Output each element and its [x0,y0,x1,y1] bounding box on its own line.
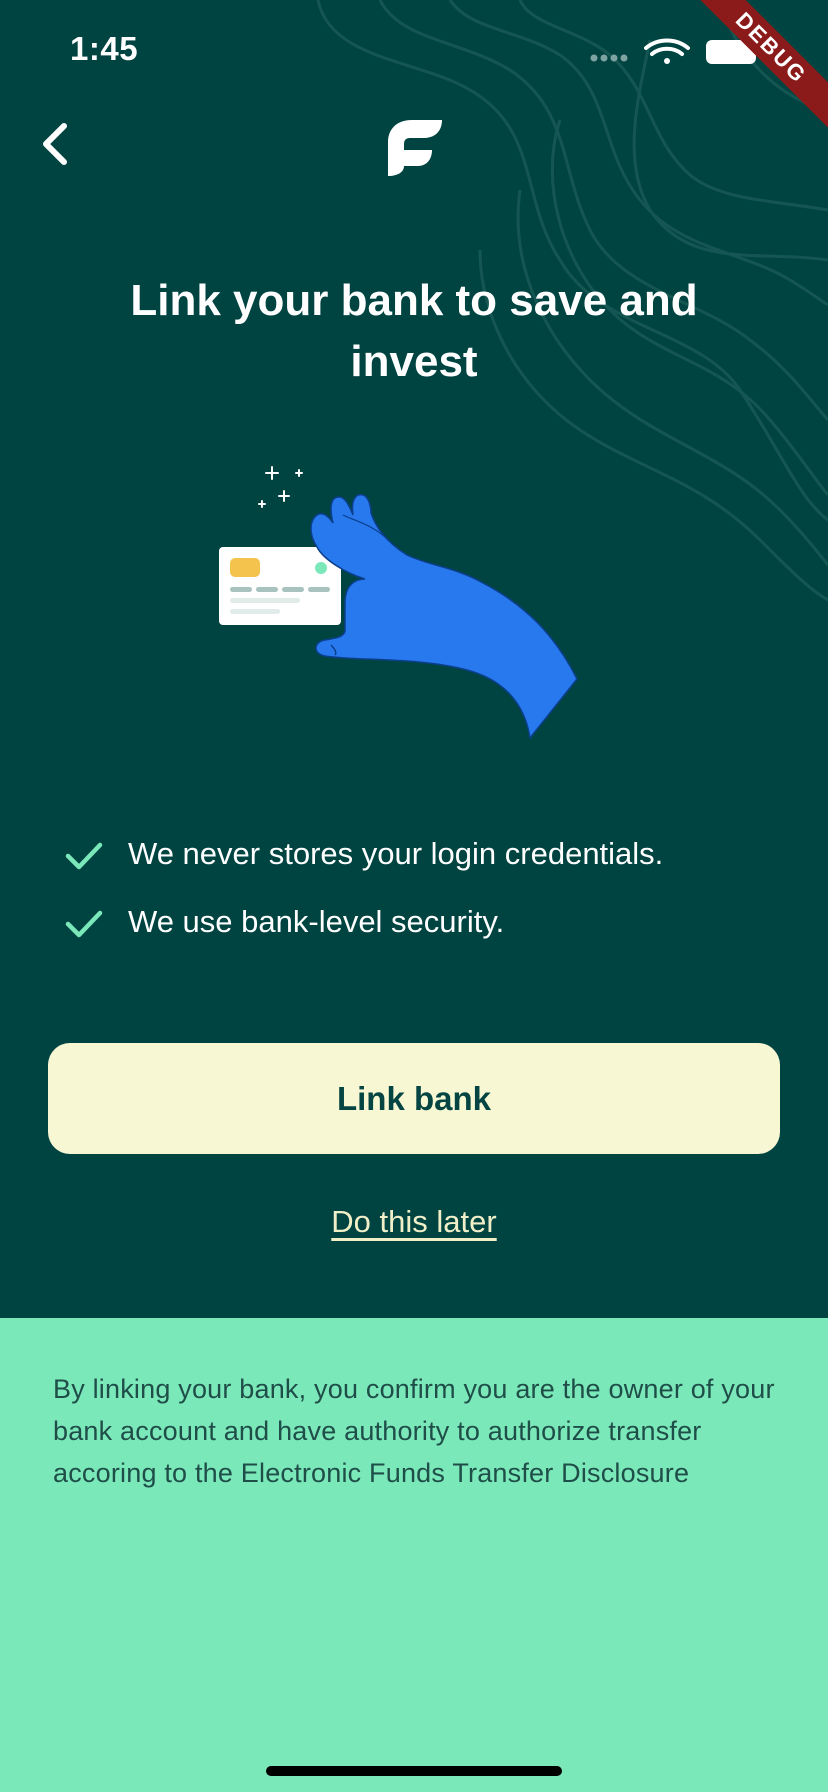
chevron-left-icon [43,123,67,165]
list-item: We never stores your login credentials. [64,832,784,900]
hand [310,493,578,740]
wifi-icon [644,38,690,64]
main-panel: 1:45 DEBUG Link your bank to save and in… [0,0,828,1318]
cellular-icon [590,54,628,62]
feature-text: We never stores your login credentials. [128,836,664,871]
feature-text: We use bank-level security. [128,904,505,939]
back-button[interactable] [34,112,78,176]
debug-banner-label: DEBUG [688,0,828,134]
page-title: Link your bank to save and invest [130,276,698,386]
list-item: We use bank-level security. [64,900,784,968]
debug-banner: DEBUG [688,0,828,140]
hand-holding-card-illustration [219,466,578,740]
status-time: 1:45 [70,30,139,67]
home-indicator[interactable] [266,1766,562,1776]
do-this-later-row: Do this later [0,1204,828,1240]
do-this-later-link[interactable]: Do this later [331,1204,496,1239]
link-bank-button[interactable]: Link bank [48,1043,780,1154]
app-logo-icon [388,120,442,176]
check-icon [65,910,103,938]
credit-card [219,547,341,625]
features-list: We never stores your login credentials. … [64,832,784,968]
disclosure-text: By linking your bank, you confirm you ar… [53,1374,775,1488]
check-icon [65,842,103,870]
